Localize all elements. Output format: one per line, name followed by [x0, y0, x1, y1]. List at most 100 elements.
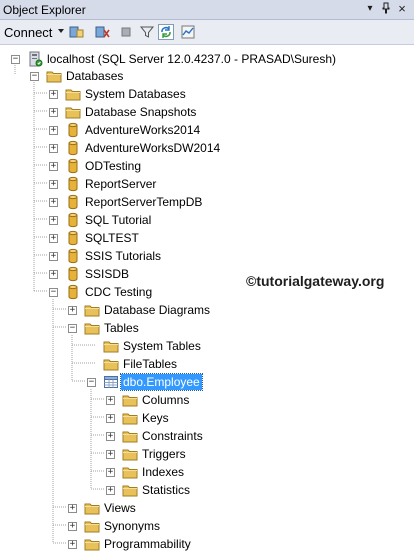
expand-toggle[interactable]: +: [106, 414, 115, 423]
tree-node-server[interactable]: − localhost (SQL Server 12.0.4237.0 - PR…: [0, 50, 414, 68]
tree-node-database[interactable]: + ReportServer: [0, 175, 414, 193]
filetables-label: FileTables: [123, 357, 178, 371]
expand-toggle[interactable]: +: [49, 252, 58, 261]
database-icon: [65, 140, 81, 156]
collapse-toggle[interactable]: −: [30, 72, 39, 81]
tree-node-database[interactable]: + ReportServerTempDB: [0, 193, 414, 211]
expand-toggle[interactable]: +: [68, 504, 77, 513]
expand-toggle[interactable]: +: [106, 396, 115, 405]
window-position-dropdown[interactable]: ▾: [363, 2, 377, 16]
database-snapshots-label: Database Snapshots: [85, 105, 197, 119]
database-icon: [65, 248, 81, 264]
connect-button[interactable]: Connect: [4, 24, 52, 41]
folder-icon: [84, 500, 100, 516]
expand-toggle[interactable]: +: [49, 126, 58, 135]
object-explorer-toolbar: Connect: [0, 20, 414, 45]
tree-node-database-snapshots[interactable]: + Database Snapshots: [0, 103, 414, 121]
expand-toggle[interactable]: +: [49, 180, 58, 189]
tree-node-programmability[interactable]: + Programmability: [0, 535, 414, 553]
database-icon: [65, 266, 81, 282]
tree-node-tables[interactable]: − Tables: [0, 319, 414, 337]
views-label: Views: [104, 501, 136, 515]
database-label: AdventureWorks2014: [85, 123, 201, 137]
tree-node-views[interactable]: + Views: [0, 499, 414, 517]
expand-toggle[interactable]: +: [68, 540, 77, 549]
folder-icon: [122, 482, 138, 498]
folder-icon: [103, 356, 119, 372]
watermark: ©tutorialgateway.org: [246, 273, 385, 289]
collapse-toggle[interactable]: −: [87, 378, 96, 387]
tree-node-database[interactable]: + AdventureWorksDW2014: [0, 139, 414, 157]
triggers-label: Triggers: [142, 447, 186, 461]
database-icon: [65, 212, 81, 228]
database-label: SSIS Tutorials: [85, 249, 162, 263]
stop-icon[interactable]: [118, 24, 134, 40]
tree-node-triggers[interactable]: + Triggers: [0, 445, 414, 463]
window-title: Object Explorer: [3, 3, 86, 17]
filter-icon[interactable]: [139, 24, 155, 40]
connect-dropdown-icon[interactable]: [58, 29, 64, 33]
constraints-label: Constraints: [142, 429, 203, 443]
connect-object-explorer-icon[interactable]: [68, 24, 84, 40]
cdc-testing-label: CDC Testing: [85, 285, 153, 299]
dbo-employee-label: dbo.Employee: [120, 373, 203, 391]
close-button[interactable]: ×: [395, 2, 409, 16]
tree-node-database[interactable]: + ODTesting: [0, 157, 414, 175]
expand-toggle[interactable]: +: [106, 468, 115, 477]
folder-icon: [122, 464, 138, 480]
database-label: SQL Tutorial: [85, 213, 152, 227]
collapse-toggle[interactable]: −: [11, 55, 20, 64]
expand-toggle[interactable]: +: [49, 108, 58, 117]
tree-node-indexes[interactable]: + Indexes: [0, 463, 414, 481]
server-label: localhost (SQL Server 12.0.4237.0 - PRAS…: [47, 52, 337, 66]
database-label: ReportServerTempDB: [85, 195, 203, 209]
tables-label: Tables: [104, 321, 139, 335]
tree-node-dbo-employee[interactable]: − dbo.Employee: [0, 373, 414, 391]
expand-toggle[interactable]: +: [106, 432, 115, 441]
auto-hide-pin-icon[interactable]: [379, 2, 393, 16]
refresh-icon[interactable]: [158, 24, 174, 40]
expand-toggle[interactable]: +: [49, 216, 58, 225]
tree-node-database[interactable]: + SSIS Tutorials: [0, 247, 414, 265]
collapse-toggle[interactable]: −: [68, 324, 77, 333]
collapse-toggle[interactable]: −: [49, 288, 58, 297]
system-tables-label: System Tables: [123, 339, 201, 353]
database-icon: [65, 194, 81, 210]
keys-label: Keys: [142, 411, 169, 425]
tree-node-databases[interactable]: − Databases: [0, 67, 414, 85]
expand-toggle[interactable]: +: [68, 522, 77, 531]
folder-icon: [84, 536, 100, 552]
expand-toggle[interactable]: +: [106, 486, 115, 495]
tree-node-constraints[interactable]: + Constraints: [0, 427, 414, 445]
tree-node-database[interactable]: + SQLTEST: [0, 229, 414, 247]
tree-node-statistics[interactable]: + Statistics: [0, 481, 414, 499]
tree-node-keys[interactable]: + Keys: [0, 409, 414, 427]
tree-node-filetables[interactable]: FileTables: [0, 355, 414, 373]
expand-toggle[interactable]: +: [68, 306, 77, 315]
disconnect-icon[interactable]: [94, 24, 110, 40]
tree-node-database[interactable]: + SQL Tutorial: [0, 211, 414, 229]
tree-node-database-diagrams[interactable]: + Database Diagrams: [0, 301, 414, 319]
synonyms-label: Synonyms: [104, 519, 161, 533]
expand-toggle[interactable]: +: [49, 90, 58, 99]
expand-toggle[interactable]: +: [106, 450, 115, 459]
tree-node-synonyms[interactable]: + Synonyms: [0, 517, 414, 535]
tree-node-system-tables[interactable]: System Tables: [0, 337, 414, 355]
database-label: SQLTEST: [85, 231, 139, 245]
expand-toggle[interactable]: +: [49, 198, 58, 207]
expand-toggle[interactable]: +: [49, 144, 58, 153]
expand-toggle[interactable]: +: [49, 270, 58, 279]
folder-icon: [65, 104, 81, 120]
tree-node-database[interactable]: + AdventureWorks2014: [0, 121, 414, 139]
activity-monitor-icon[interactable]: [180, 24, 196, 40]
expand-toggle[interactable]: +: [49, 162, 58, 171]
tree-node-columns[interactable]: + Columns: [0, 391, 414, 409]
expand-toggle[interactable]: +: [49, 234, 58, 243]
tree-node-system-databases[interactable]: + System Databases: [0, 85, 414, 103]
table-icon: [103, 374, 119, 390]
database-icon: [65, 284, 81, 300]
indexes-label: Indexes: [142, 465, 185, 479]
object-explorer-tree: − localhost (SQL Server 12.0.4237.0 - PR…: [0, 45, 414, 554]
statistics-label: Statistics: [142, 483, 191, 497]
folder-icon: [122, 392, 138, 408]
